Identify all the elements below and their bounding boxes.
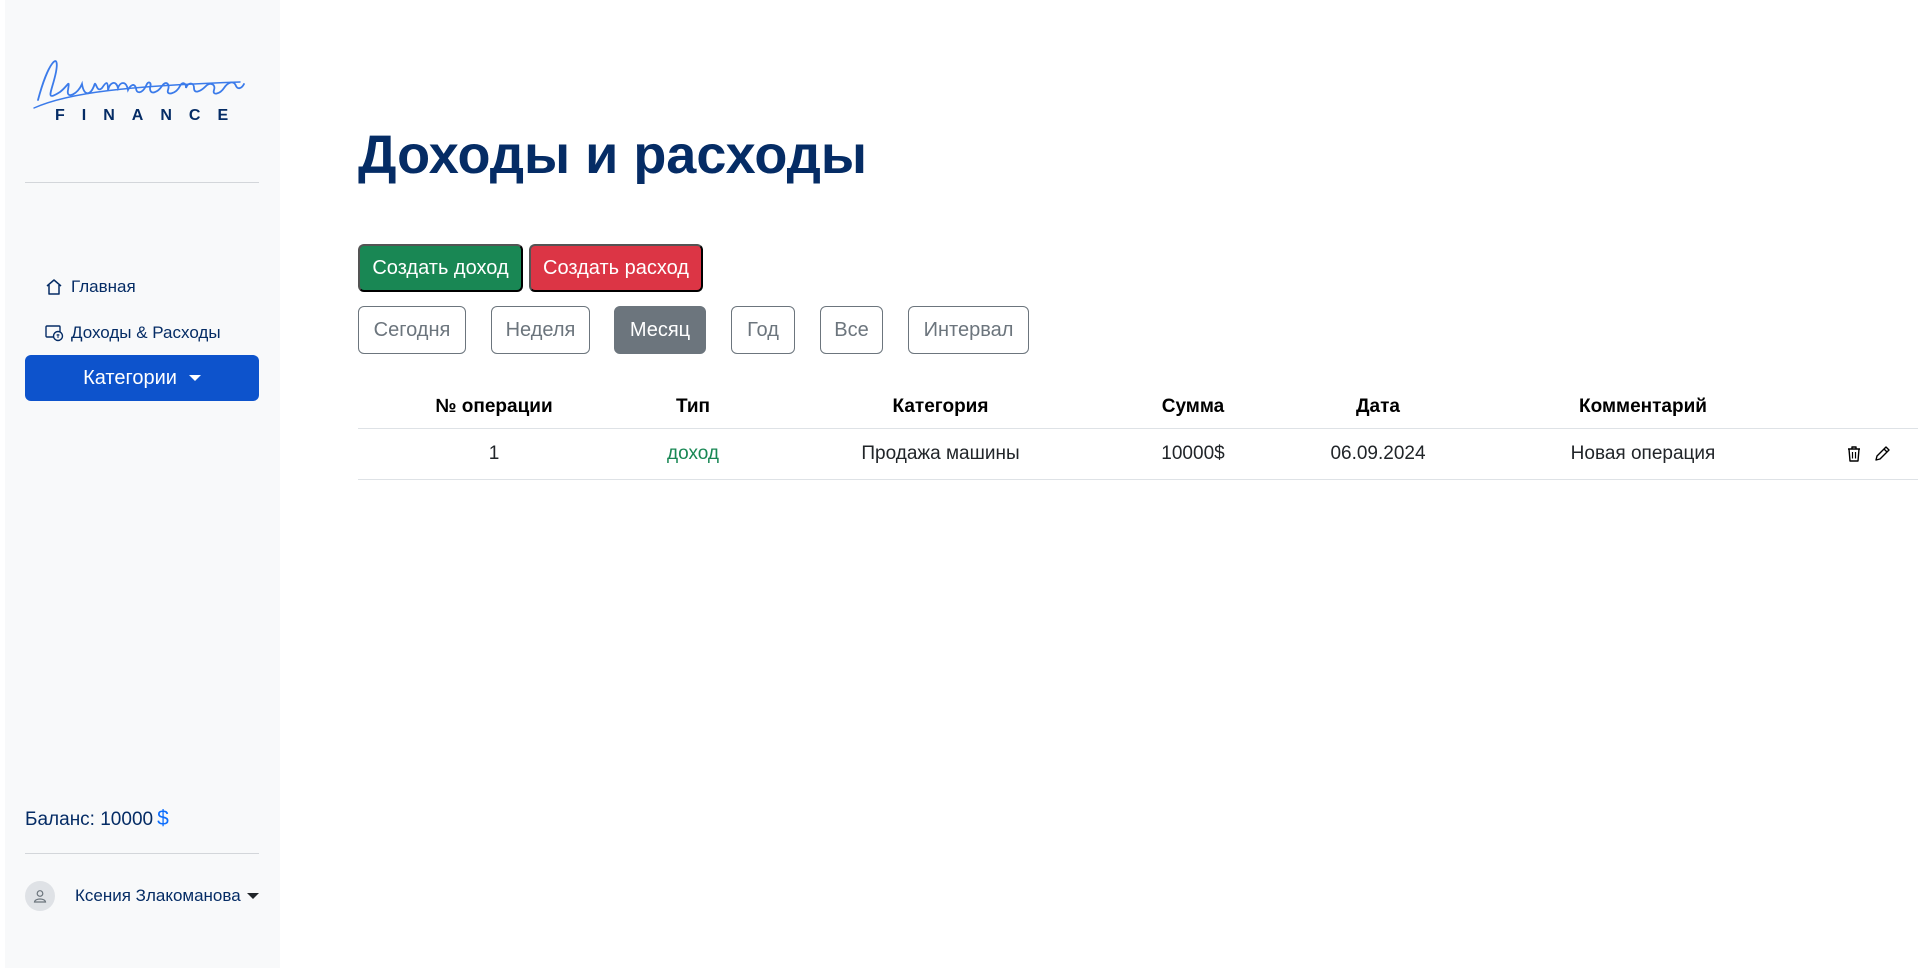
trash-icon[interactable] [1843,443,1865,465]
operations-table: № операции Тип Категория Сумма Дата Комм… [358,385,1918,480]
filter-all-button[interactable]: Все [820,306,883,354]
avatar [25,881,55,911]
user-menu[interactable]: Ксения Злакоманова [25,880,265,912]
column-header-date: Дата [1356,395,1400,417]
create-income-button[interactable]: Создать доход [358,244,523,292]
table-header: № операции Тип Категория Сумма Дата Комм… [358,385,1918,429]
sidebar-item-income-expenses[interactable]: Доходы & Расходы [43,322,221,344]
user-name: Ксения Злакоманова [75,886,241,905]
sidebar: FINANCE Главная Доходы & Расходы Категор… [5,0,280,968]
balance-label: Баланс: 10000 [25,809,154,830]
pencil-icon[interactable] [1871,443,1893,465]
cell-type: доход [667,443,719,464]
balance-display: Баланс: 10000 $ [25,807,169,831]
cell-category: Продажа машины [861,443,1020,464]
balance-currency: $ [157,807,169,830]
row-actions [1838,429,1898,479]
sidebar-item-home[interactable]: Главная [43,276,136,298]
create-expense-button[interactable]: Создать расход [529,244,703,292]
filter-interval-button[interactable]: Интервал [908,306,1029,354]
wallet-icon [43,322,65,344]
logo-subtitle: FINANCE [55,107,246,124]
filter-week-button[interactable]: Неделя [491,306,590,354]
chevron-down-icon [188,375,201,381]
cell-number: 1 [488,443,500,464]
filter-year-button[interactable]: Год [731,306,795,354]
page-title: Доходы и расходы [358,125,868,185]
sidebar-item-label: Главная [71,277,136,296]
filter-month-button[interactable]: Месяц [614,306,706,354]
cell-amount: 10000$ [1161,443,1225,464]
column-header-type: Тип [675,395,711,417]
sidebar-divider-bottom [25,853,259,854]
sidebar-item-label: Доходы & Расходы [71,323,221,342]
filter-today-button[interactable]: Сегодня [358,306,466,354]
column-header-amount: Сумма [1161,395,1225,417]
user-icon [33,890,47,903]
cell-comment: Новая операция [1570,443,1716,464]
categories-label: Категории [83,366,177,389]
cell-date: 06.09.2024 [1330,443,1426,464]
column-header-number: № операции [435,395,553,417]
table-row: 1 доход Продажа машины 10000$ 06.09.2024… [358,429,1918,480]
home-icon [43,276,65,298]
chevron-down-icon [246,893,259,899]
main-content: Доходы и расходы Создать доход Создать р… [358,0,1918,968]
column-header-category: Категория [892,395,989,417]
sidebar-divider-top [25,182,259,183]
column-header-comment: Комментарий [1579,395,1707,417]
categories-dropdown-button[interactable]: Категории [25,355,259,401]
